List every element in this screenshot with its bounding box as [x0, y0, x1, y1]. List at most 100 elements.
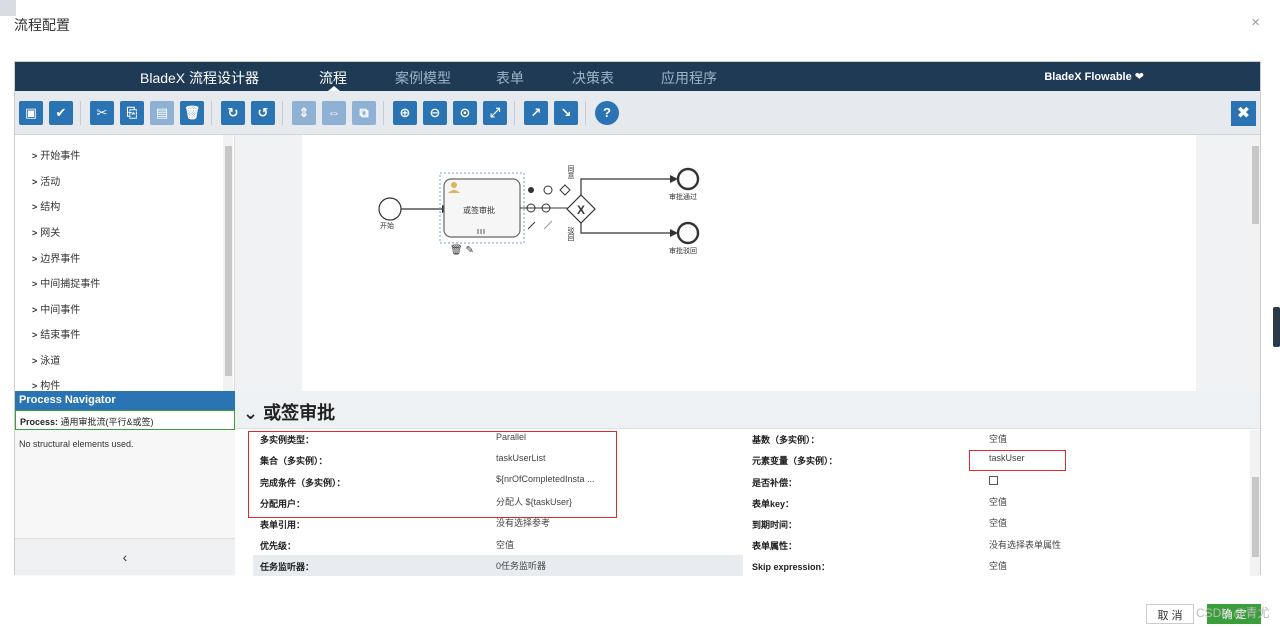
end-event-pass-icon[interactable] [676, 167, 700, 191]
validate-check-icon[interactable]: ✔ [49, 101, 73, 125]
prop-label: 表单属性： [752, 541, 798, 551]
prop-value[interactable]: 空值 [989, 516, 1007, 529]
start-event-icon[interactable] [378, 197, 402, 221]
palette-group[interactable]: > 网关 [32, 224, 60, 239]
palette-group[interactable]: > 结束事件 [32, 326, 80, 341]
palette-group[interactable]: > 活动 [32, 173, 60, 188]
end-event-reject-icon[interactable] [676, 221, 700, 245]
navigator-empty-text: No structural elements used. [19, 439, 134, 449]
palette-group-label: 边界事件 [40, 254, 81, 265]
process-designer: BladeX 流程设计器 流程 案例模型 表单 决策表 应用程序 BladeX … [14, 61, 1261, 576]
chevron-right-icon: > [32, 177, 38, 187]
prop-label: 基数（多实例）： [752, 435, 820, 445]
undo-icon[interactable]: ↺ [251, 101, 275, 125]
prop-label: 是否补偿： [752, 478, 798, 488]
user-menu[interactable]: BladeX Flowable ❤ [1044, 70, 1144, 83]
sequence-flow-pass[interactable] [580, 178, 670, 195]
sequence-flow-reject[interactable] [580, 223, 670, 234]
prop-label: Skip expression： [752, 562, 831, 572]
cancel-button[interactable]: 取 消 [1146, 604, 1194, 624]
collapse-chevron-icon[interactable]: ‹ [15, 538, 235, 575]
palette-group[interactable]: > 中间捕捉事件 [32, 275, 100, 290]
chevron-right-icon: > [32, 305, 38, 315]
prop-label: 表单引用： [260, 520, 306, 530]
palette-group-label: 结束事件 [40, 330, 81, 341]
side-handle[interactable] [1273, 307, 1280, 347]
toolbar-divider [80, 101, 81, 125]
prop-value[interactable]: 空值 [496, 538, 514, 551]
navigator-process-row[interactable]: Process: 通用审批流(平行&或签) [15, 410, 235, 430]
properties-panel: ⌄ 或签审批 多实例类型： Parallel 集合（多实例）： taskUser… [235, 391, 1260, 576]
annotation-box [248, 431, 617, 518]
save-icon[interactable]: ▣ [19, 101, 43, 125]
canvas-scroll-thumb[interactable] [1252, 146, 1259, 224]
arrowhead-icon [670, 175, 678, 183]
bendpoint-remove-icon[interactable]: ↘ [554, 101, 578, 125]
canvas-area: X 开始 或签审批 审批通过 审批驳回 同意 驳回 🗑 ✎ [235, 135, 1251, 391]
palette-group[interactable]: > 边界事件 [32, 250, 80, 265]
close-designer-icon[interactable]: ✖ [1231, 101, 1256, 126]
process-config-dialog: 流程配置 × BladeX 流程设计器 流程 案例模型 表单 决策表 应用程序 … [0, 0, 1280, 624]
properties-scroll-thumb[interactable] [1252, 477, 1259, 557]
chevron-right-icon: > [32, 330, 38, 340]
palette-group-label: 活动 [40, 177, 61, 188]
palette-group-label: 构件 [40, 381, 61, 391]
tab-case-model[interactable]: 案例模型 [395, 68, 451, 88]
prop-value[interactable]: 0任务监听器 [496, 559, 546, 572]
tab-application[interactable]: 应用程序 [661, 68, 717, 88]
prop-value[interactable]: 空值 [989, 559, 1007, 572]
palette-group[interactable]: > 开始事件 [32, 147, 80, 162]
prop-value[interactable]: 空值 [989, 495, 1007, 508]
tab-process[interactable]: 流程 [319, 68, 347, 88]
cut-icon[interactable]: ✂ [90, 101, 114, 125]
chevron-right-icon: > [32, 228, 38, 238]
copy-icon[interactable]: ⎘ [120, 101, 144, 125]
zoom-in-icon[interactable]: ⊕ [393, 101, 417, 125]
prop-value[interactable]: 没有选择表单属性 [989, 538, 1061, 551]
annotation-box [969, 450, 1066, 471]
palette-group-label: 中间捕捉事件 [40, 279, 101, 290]
quick-association-icon[interactable] [543, 220, 553, 230]
palette-group-label: 中间事件 [40, 305, 81, 316]
end-pass-label: 审批通过 [669, 194, 697, 201]
quick-event-icon[interactable] [543, 185, 553, 195]
toolbar-divider [282, 101, 283, 125]
process-name: 通用审批流(平行&或签) [60, 417, 154, 427]
palette-group[interactable]: > 结构 [32, 198, 60, 213]
zoom-actual-icon[interactable]: ⊙ [453, 101, 477, 125]
quick-user-icon[interactable] [528, 187, 534, 193]
palette-group[interactable]: > 中间事件 [32, 301, 80, 316]
prop-value[interactable]: 空值 [989, 432, 1007, 445]
corner-icon [0, 0, 16, 16]
align-horizontal-icon[interactable]: ⇔ [322, 101, 346, 125]
diagram-canvas[interactable]: X 开始 或签审批 审批通过 审批驳回 同意 驳回 🗑 ✎ [302, 135, 1196, 391]
quick-gateway-icon[interactable] [559, 184, 571, 196]
chevron-right-icon: > [32, 279, 38, 289]
redo-icon[interactable]: ↻ [221, 101, 245, 125]
palette-scroll-thumb[interactable] [225, 146, 232, 376]
process-label: Process: [20, 417, 59, 427]
start-event-label: 开始 [380, 223, 394, 230]
tab-form[interactable]: 表单 [496, 68, 524, 88]
properties-title: ⌄ 或签审批 [243, 403, 336, 423]
delete-shape-icon[interactable]: 🗑 ✎ [450, 245, 474, 256]
process-navigator: Process Navigator Process: 通用审批流(平行&或签) … [15, 391, 235, 576]
paste-icon[interactable]: ▤ [150, 101, 174, 125]
chevron-right-icon: > [32, 254, 38, 264]
dialog-close-icon[interactable]: × [1251, 14, 1260, 31]
tab-decision-table[interactable]: 决策表 [572, 68, 614, 88]
compensation-checkbox[interactable] [989, 476, 998, 485]
align-vertical-icon[interactable]: ⇕ [292, 101, 316, 125]
palette-group[interactable]: > 泳道 [32, 352, 60, 367]
same-size-icon[interactable]: ⧉ [352, 101, 376, 125]
palette-group[interactable]: > 构件 [32, 377, 60, 391]
help-icon[interactable]: ? [595, 101, 619, 125]
delete-icon[interactable]: 🗑 [180, 101, 204, 125]
bendpoint-add-icon[interactable]: ↗ [524, 101, 548, 125]
prop-label: 到期时间： [752, 520, 798, 530]
zoom-out-icon[interactable]: ⊖ [423, 101, 447, 125]
properties-header[interactable]: ⌄ 或签审批 [235, 391, 1260, 429]
toolbar-divider [585, 101, 586, 125]
zoom-fit-icon[interactable]: ⤢ [483, 101, 507, 125]
quick-connect-icon[interactable] [527, 221, 536, 230]
